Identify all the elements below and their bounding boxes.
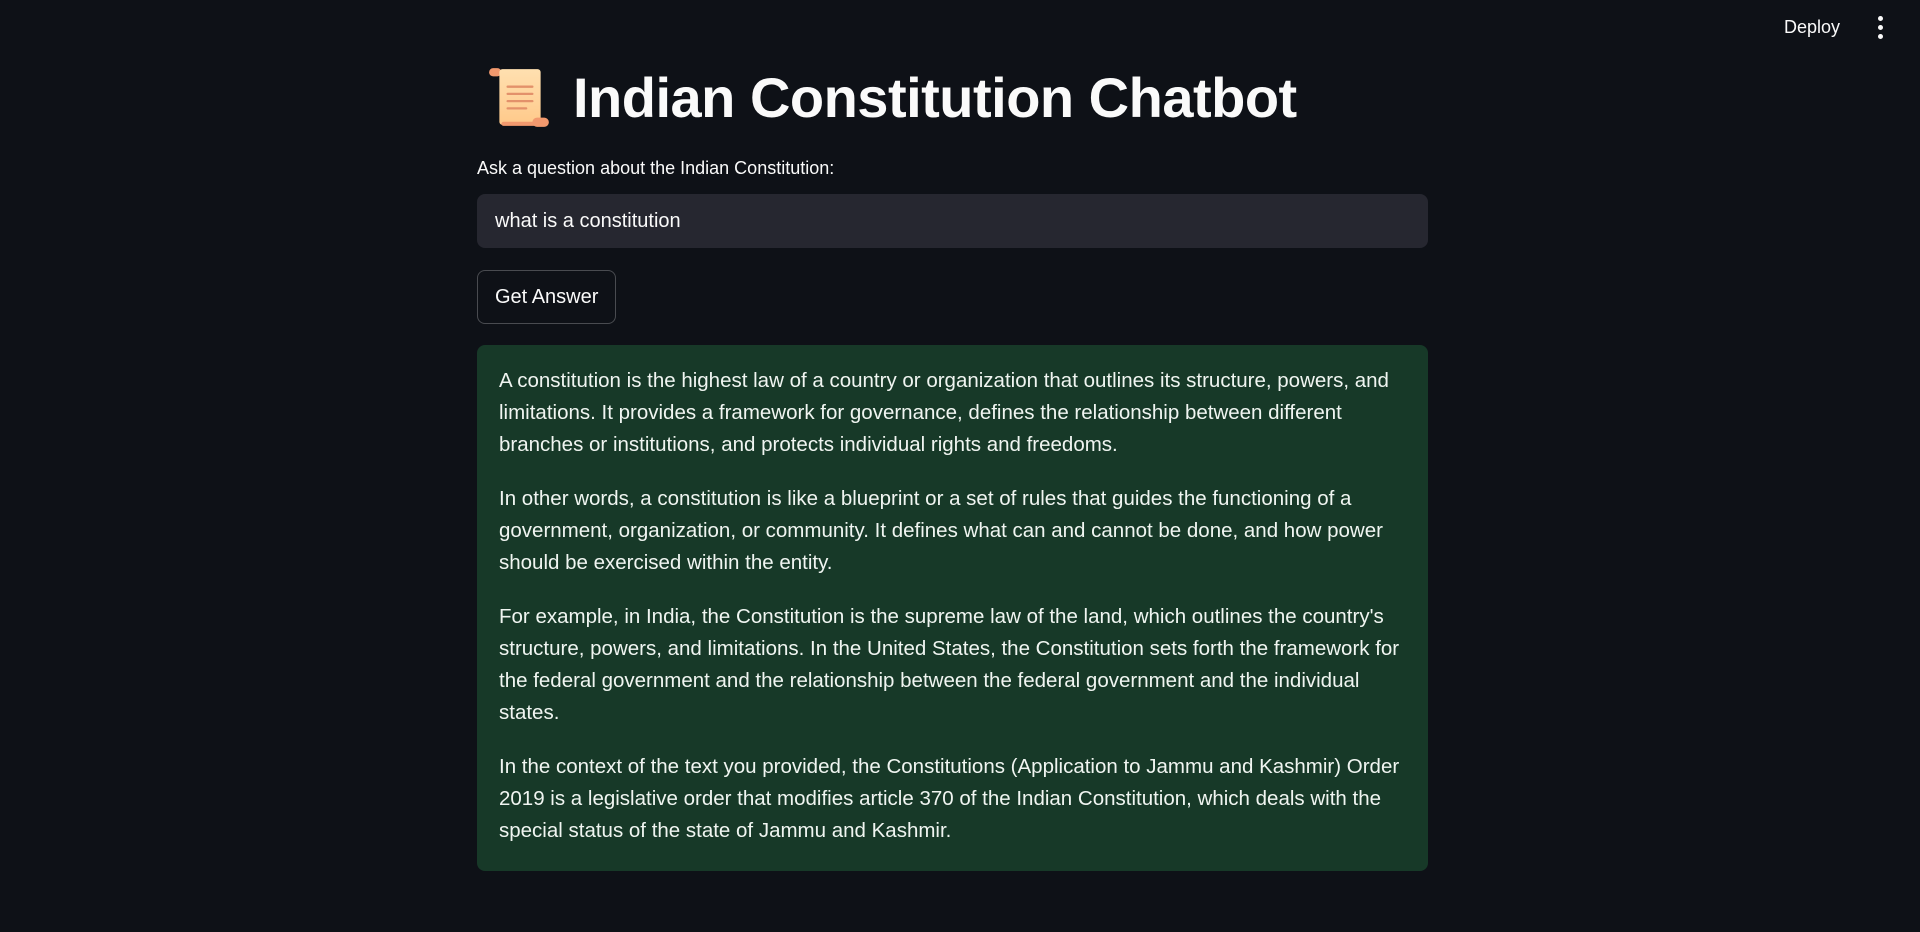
question-input-label: Ask a question about the Indian Constitu… [477, 158, 835, 178]
answer-paragraph: In the context of the text you provided,… [499, 755, 1400, 842]
get-answer-button[interactable]: Get Answer [477, 270, 617, 324]
answer-paragraph: For example, in India, the Constitution … [499, 605, 1400, 724]
scroll-icon [489, 68, 549, 127]
page-title: Indian Constitution Chatbot [573, 65, 1297, 129]
answer-paragraph: In other words, a constitution is like a… [499, 487, 1383, 574]
main-content: Indian Constitution Chatbot Ask a questi… [477, 0, 1428, 871]
question-input[interactable]: what is a constitution [477, 194, 1428, 248]
title-row: Indian Constitution Chatbot [477, 62, 1428, 132]
top-toolbar: Deploy [1772, 0, 1920, 54]
deploy-button[interactable]: Deploy [1772, 9, 1852, 46]
kebab-menu-icon[interactable] [1870, 13, 1890, 41]
answer-box: A constitution is the highest law of a c… [477, 345, 1428, 871]
answer-paragraph: A constitution is the highest law of a c… [499, 369, 1389, 456]
